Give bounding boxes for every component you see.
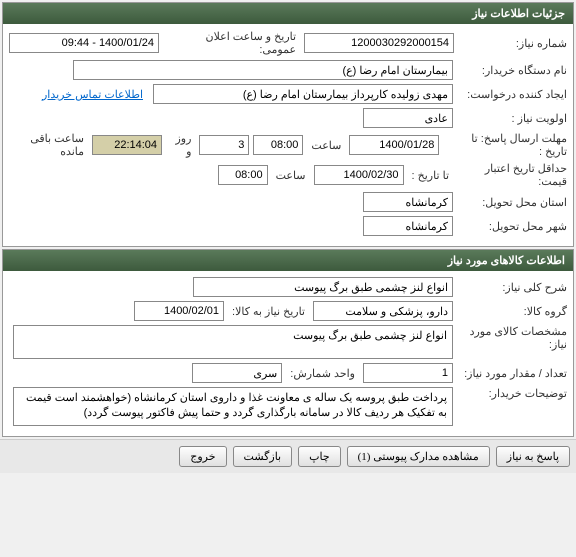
validity-date-field[interactable] [314, 165, 404, 185]
announce-field[interactable] [9, 33, 159, 53]
general-desc-label: شرح کلی نیاز: [457, 281, 567, 294]
contact-buyer-link[interactable]: اطلاعات تماس خریدار [42, 88, 143, 101]
creator-label: ایجاد کننده درخواست: [457, 88, 567, 101]
need-no-field[interactable] [304, 33, 454, 53]
exit-button[interactable]: خروج [179, 446, 226, 467]
delivery-state-label: استان محل تحویل: [457, 196, 567, 209]
days-label: روز و [166, 132, 195, 158]
validity-label: حداقل تاریخ اعتبار قیمت: [457, 162, 567, 188]
delivery-city-label: شهر محل تحویل: [457, 220, 567, 233]
device-field[interactable] [73, 60, 453, 80]
need-details-body: شماره نیاز: تاریخ و ساعت اعلان عمومی: نا… [3, 24, 573, 246]
validity-to-label: تا تاریخ : [408, 169, 453, 182]
unit-label: واحد شمارش: [286, 367, 359, 380]
deadline-time-field[interactable] [253, 135, 303, 155]
general-desc-field[interactable] [193, 277, 453, 297]
button-bar: پاسخ به نیاز مشاهده مدارک پیوستی (1) چاپ… [0, 439, 576, 473]
validity-time-field[interactable] [218, 165, 268, 185]
deadline-time-label: ساعت [307, 139, 345, 152]
attachments-button[interactable]: مشاهده مدارک پیوستی (1) [347, 446, 490, 467]
announce-label: تاریخ و ساعت اعلان عمومی: [163, 30, 300, 56]
group-date-field[interactable] [134, 301, 224, 321]
back-button[interactable]: بازگشت [233, 446, 293, 467]
validity-time-label: ساعت [272, 169, 310, 182]
respond-button[interactable]: پاسخ به نیاز [496, 446, 570, 467]
creator-field[interactable] [153, 84, 453, 104]
priority-label: اولویت نیاز : [457, 112, 567, 125]
delivery-state-field[interactable] [363, 192, 453, 212]
delivery-city-field[interactable] [363, 216, 453, 236]
goods-info-panel: اطلاعات کالاهای مورد نیاز شرح کلی نیاز: … [2, 249, 574, 437]
deadline-label: مهلت ارسال پاسخ: تا تاریخ : [443, 132, 567, 158]
goods-info-body: شرح کلی نیاز: گروه کالا: تاریخ نیاز به ک… [3, 271, 573, 436]
group-field[interactable] [313, 301, 453, 321]
qty-label: تعداد / مقدار مورد نیاز: [457, 367, 567, 380]
need-details-header: جزئیات اطلاعات نیاز [3, 3, 573, 24]
qty-field[interactable] [363, 363, 453, 383]
group-date-label: تاریخ نیاز به کالا: [228, 305, 309, 318]
print-button[interactable]: چاپ [298, 446, 341, 467]
group-label: گروه کالا: [457, 305, 567, 318]
remaining-label: ساعت باقی مانده [9, 132, 88, 158]
spec-label: مشخصات کالای مورد نیاز: [457, 325, 567, 351]
deadline-date-field[interactable] [349, 135, 439, 155]
notes-label: توضیحات خریدار: [457, 387, 567, 400]
priority-field[interactable] [363, 108, 453, 128]
days-field[interactable] [199, 135, 249, 155]
need-details-panel: جزئیات اطلاعات نیاز شماره نیاز: تاریخ و … [2, 2, 574, 247]
remaining-time-field[interactable] [92, 135, 162, 155]
unit-field[interactable] [192, 363, 282, 383]
need-no-label: شماره نیاز: [458, 37, 567, 50]
goods-info-header: اطلاعات کالاهای مورد نیاز [3, 250, 573, 271]
notes-field[interactable]: پرداخت طبق پروسه یک ساله ی معاونت غذا و … [13, 387, 453, 426]
device-label: نام دستگاه خریدار: [457, 64, 567, 77]
spec-field[interactable]: انواع لنز چشمی طبق برگ پیوست [13, 325, 453, 359]
